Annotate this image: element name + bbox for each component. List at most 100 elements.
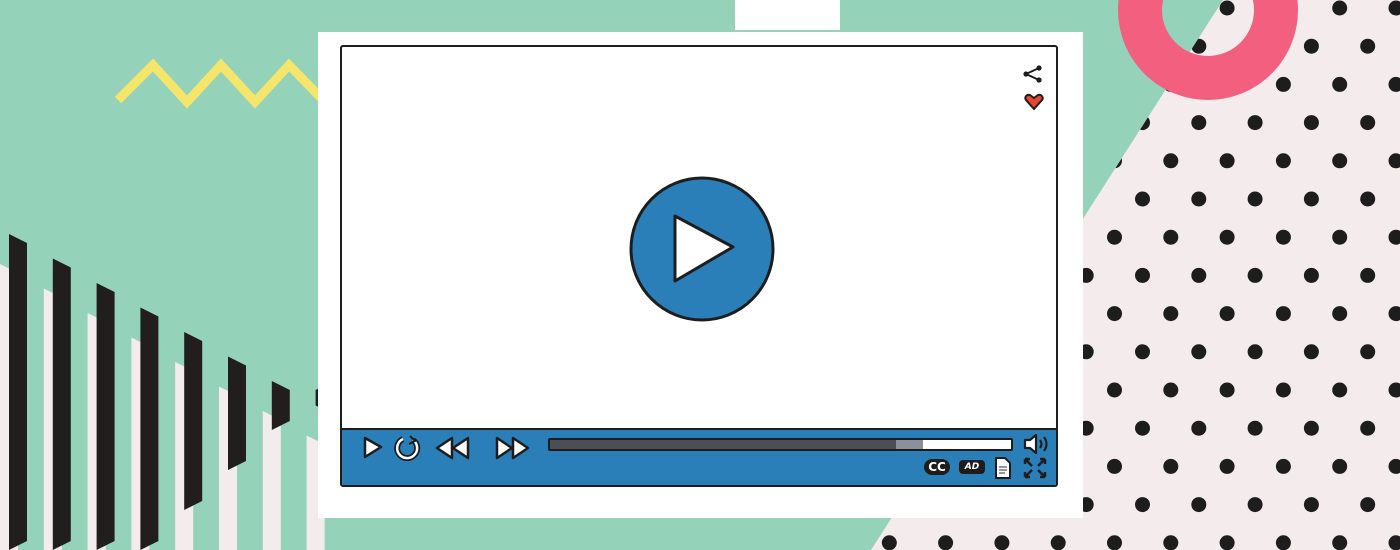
fullscreen-icon[interactable] <box>1023 457 1047 479</box>
polka-dot <box>1135 344 1150 360</box>
polka-dot <box>1360 420 1376 436</box>
polka-dot <box>1303 38 1319 54</box>
polka-dot <box>994 535 1010 550</box>
black-stripe <box>184 332 203 510</box>
black-stripe <box>271 381 290 430</box>
polka-dot <box>1135 191 1150 207</box>
polka-dot <box>1191 420 1207 436</box>
progress-bar[interactable] <box>548 438 1013 451</box>
polka-dot <box>1163 153 1179 169</box>
polka-dot <box>1303 267 1319 283</box>
polka-dot <box>1050 535 1066 550</box>
polka-dot <box>1275 229 1291 245</box>
polka-dot <box>1275 306 1291 322</box>
polka-dot <box>1163 458 1179 474</box>
polka-dot <box>1332 382 1348 398</box>
volume-icon[interactable] <box>1022 432 1054 456</box>
polka-dot <box>1332 76 1348 92</box>
polka-dot <box>1107 153 1122 169</box>
polka-dot <box>1332 458 1348 474</box>
polka-dot <box>1191 191 1207 207</box>
polka-dot <box>1360 191 1376 207</box>
polka-dot <box>1135 115 1150 131</box>
polka-dot <box>1191 497 1207 513</box>
audio-description-button[interactable]: AD <box>959 460 985 474</box>
black-stripe <box>140 307 159 550</box>
polka-dot <box>1191 267 1207 283</box>
polka-dot <box>1135 267 1150 283</box>
replay-icon[interactable] <box>394 435 422 463</box>
polka-dot <box>938 0 954 16</box>
polka-dot <box>1247 497 1263 513</box>
polka-dot <box>1219 382 1235 398</box>
polka-dot <box>1163 229 1179 245</box>
polka-dot <box>1303 115 1319 131</box>
polka-dot <box>1135 420 1150 436</box>
white-stripe <box>262 411 281 550</box>
polka-dot <box>1191 115 1207 131</box>
polka-dot <box>1107 382 1122 398</box>
transcript-icon[interactable] <box>994 457 1012 479</box>
polka-dot <box>1332 306 1348 322</box>
polka-dot <box>1191 344 1207 360</box>
fast-forward-icon[interactable] <box>494 436 532 460</box>
polka-dot <box>1303 497 1319 513</box>
heart-icon[interactable] <box>1024 93 1044 111</box>
polka-dot <box>1360 267 1376 283</box>
polka-dot <box>1303 344 1319 360</box>
played-fill <box>550 440 896 449</box>
black-stripe <box>228 356 246 470</box>
polka-dot <box>1360 344 1376 360</box>
polka-dot <box>1275 382 1291 398</box>
polka-dot <box>1107 458 1122 474</box>
polka-dot <box>1275 535 1291 550</box>
polka-dot <box>1275 458 1291 474</box>
control-bar: CC AD <box>342 428 1056 485</box>
polka-dot <box>1247 420 1263 436</box>
rewind-icon[interactable] <box>434 436 472 460</box>
polka-dot <box>1219 458 1235 474</box>
polka-dot <box>1247 344 1263 360</box>
polka-dot <box>881 535 897 550</box>
polka-dot <box>1332 153 1348 169</box>
polka-dot <box>1332 535 1348 550</box>
polka-dot <box>1303 420 1319 436</box>
polka-dot <box>881 0 897 16</box>
polka-dot <box>1135 497 1150 513</box>
polka-dot <box>1219 229 1235 245</box>
stripes-decoration <box>0 234 334 550</box>
video-player[interactable]: CC AD <box>340 45 1058 487</box>
polka-dot <box>1303 191 1319 207</box>
play-icon[interactable] <box>362 436 384 460</box>
polka-dot <box>1219 306 1235 322</box>
polka-dot <box>1247 115 1263 131</box>
polka-dot <box>1163 535 1179 550</box>
black-stripe <box>96 283 115 550</box>
polka-dot <box>1360 497 1376 513</box>
polka-dot <box>994 0 1010 16</box>
zigzag-decoration <box>114 58 327 109</box>
polka-dot <box>1050 0 1066 16</box>
polka-dot <box>1332 0 1348 16</box>
polka-dot <box>1247 191 1263 207</box>
polka-dot <box>1219 0 1235 16</box>
polka-dot <box>1163 306 1179 322</box>
top-tab-decoration <box>735 0 840 30</box>
polka-dot <box>1163 382 1179 398</box>
big-play-button[interactable] <box>627 174 777 324</box>
cc-button[interactable]: CC <box>924 459 950 475</box>
polka-dot <box>1163 0 1179 16</box>
polka-dot <box>1219 153 1235 169</box>
share-icon[interactable] <box>1022 65 1044 83</box>
black-stripe <box>52 258 71 550</box>
polka-dot <box>1107 535 1122 550</box>
polka-dot <box>1107 76 1122 92</box>
polka-dot <box>1360 115 1376 131</box>
polka-dot <box>1219 535 1235 550</box>
black-stripe <box>9 234 27 550</box>
polka-dot <box>1360 38 1376 54</box>
polka-dot <box>1107 229 1122 245</box>
polka-dot <box>826 535 841 550</box>
polka-dot <box>1275 76 1291 92</box>
polka-dot <box>1332 229 1348 245</box>
